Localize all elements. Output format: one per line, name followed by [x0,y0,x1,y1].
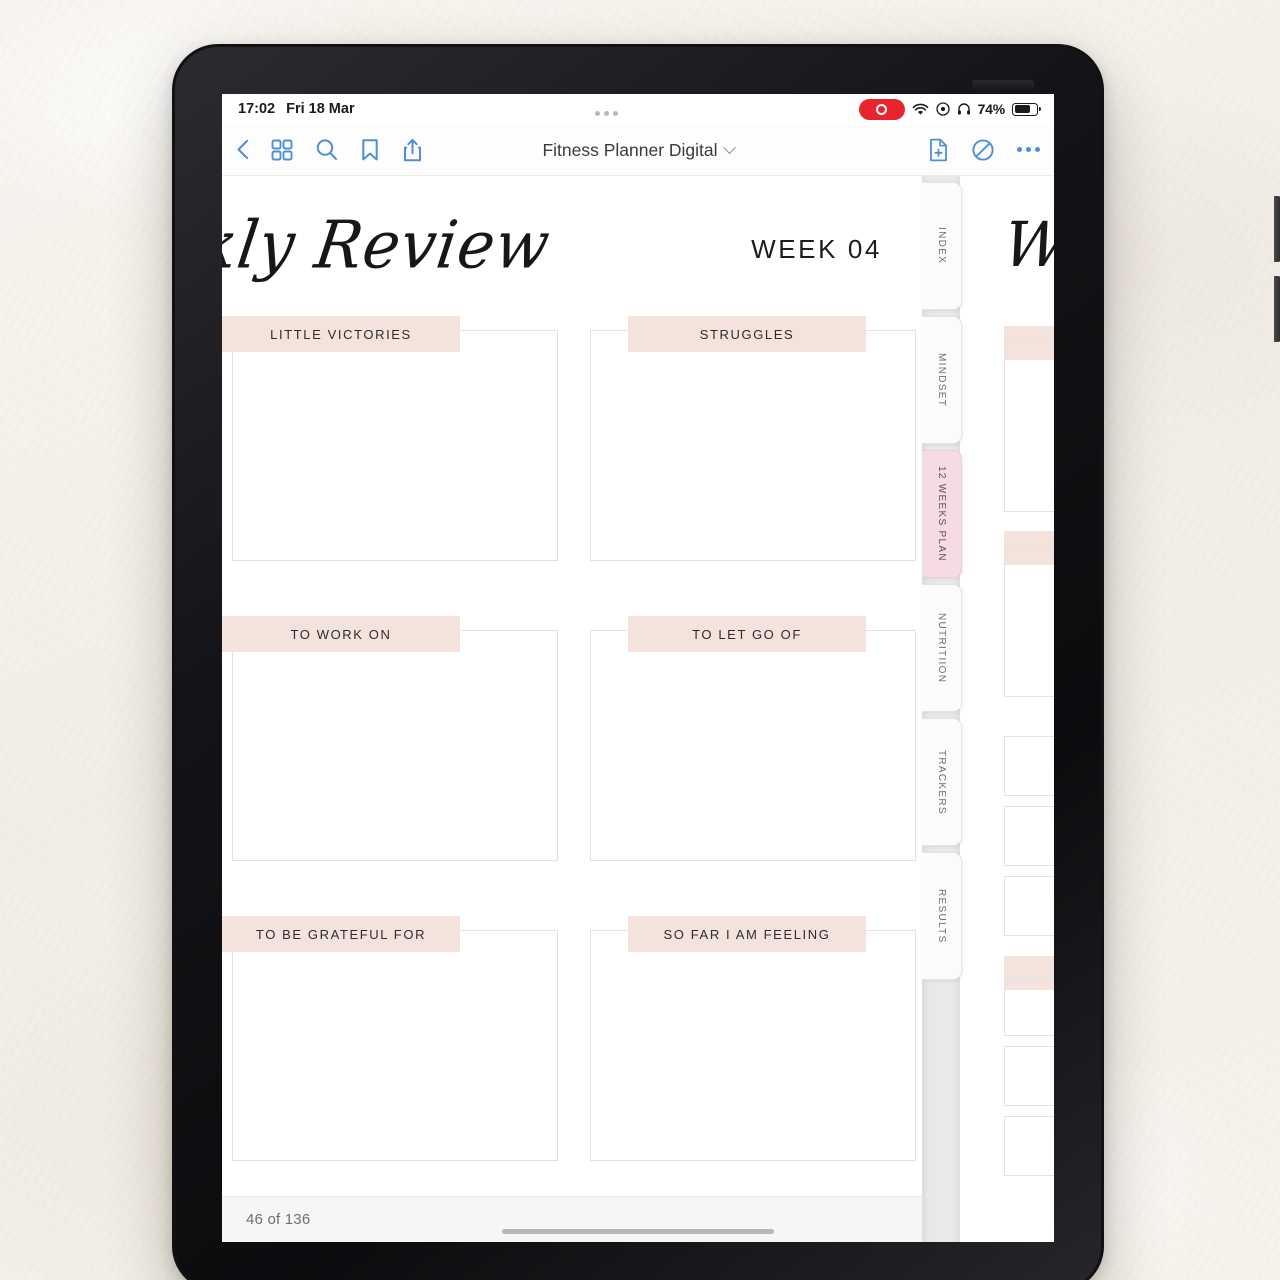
toolbar-left-group [236,138,423,162]
section-to-work-on[interactable]: TO WORK ON [222,616,562,861]
volume-up-button[interactable] [1274,196,1280,262]
tablet-device: 17:02 Fri 18 Mar 74% Fitness Planner Dig… [172,44,1280,1280]
chevron-down-icon[interactable] [722,140,736,154]
tab-label: INDEX [936,227,947,265]
section-little-victories[interactable]: LITTLE VICTORIES [222,316,562,561]
section-writing-area[interactable] [590,930,916,1161]
power-button[interactable] [972,80,1034,90]
section-writing-area[interactable] [590,330,916,561]
more-options-icon[interactable] [1017,147,1040,152]
section-label: LITTLE VICTORIES [270,326,412,342]
sections-grid: LITTLE VICTORIES STRUGGLES TO WORK ON TO… [222,316,922,1161]
section-label: STRUGGLES [699,326,795,342]
pen-circle-icon[interactable] [971,138,995,162]
document-title[interactable]: Fitness Planner Digital [542,140,717,161]
section-label: TO WORK ON [290,626,392,642]
status-bar: 17:02 Fri 18 Mar 74% [222,94,1054,124]
section-to-be-grateful-for[interactable]: TO BE GRATEFUL FOR [222,916,562,1161]
section-banner: TO BE GRATEFUL FOR [222,916,460,952]
sidebar-item-index[interactable]: INDEX [922,182,962,310]
tab-label: TRACKERS [936,749,947,815]
section-writing-area[interactable] [232,630,558,861]
multitasking-handle[interactable] [355,103,859,116]
section-label: TO LET GO OF [692,626,802,642]
battery-icon [1012,102,1041,116]
week-label: WEEK 04 [751,234,882,264]
sidebar-item-nutrition[interactable]: NUTRITIION [922,584,962,712]
volume-down-button[interactable] [1274,276,1280,342]
tab-label: 12 WEEKS PLAN [936,466,947,562]
side-tabs: INDEX MINDSET 12 WEEKS PLAN NUTRITIION T… [922,176,964,1242]
section-banner: SO FAR I AM FEELING [628,916,866,952]
section-struggles[interactable]: STRUGGLES [580,316,920,561]
share-icon[interactable] [402,138,423,162]
tab-label: RESULTS [936,888,947,944]
section-banner: TO LET GO OF [628,616,866,652]
home-indicator[interactable] [502,1229,774,1234]
record-indicator-icon[interactable] [858,98,905,120]
page-indicator: 46 of 136 [222,1196,922,1242]
next-page-box [1004,736,1054,796]
search-icon[interactable] [315,138,338,161]
sidebar-item-trackers[interactable]: TRACKERS [922,718,962,846]
next-page-box [1004,976,1054,1036]
status-bar-left: 17:02 Fri 18 Mar [238,101,355,117]
focus-icon [935,102,950,116]
section-writing-area[interactable] [590,630,916,861]
status-date: Fri 18 Mar [286,101,355,117]
section-label: SO FAR I AM FEELING [663,926,831,942]
back-chevron-icon[interactable] [236,139,249,160]
tab-label: NUTRITIION [936,612,947,684]
tablet-screen: 17:02 Fri 18 Mar 74% Fitness Planner Dig… [222,94,1054,1242]
next-page-box [1004,806,1054,866]
status-time: 17:02 [238,101,276,117]
next-page-title: We [998,208,1054,281]
document-viewport[interactable]: ekly Review WEEK 04 LITTLE VICTORIES STR… [222,176,1054,1242]
next-page-box [1004,1046,1054,1106]
next-page-box [1004,876,1054,936]
next-page-box [1004,547,1054,697]
next-page-preview[interactable]: We [960,176,1054,1242]
multitasking-dots-icon[interactable] [595,110,619,116]
section-label: TO BE GRATEFUL FOR [255,926,427,942]
app-toolbar: Fitness Planner Digital [222,124,1054,176]
section-banner: LITTLE VICTORIES [222,316,460,352]
sidebar-item-12-weeks-plan[interactable]: 12 WEEKS PLAN [922,450,962,578]
section-banner: STRUGGLES [628,316,866,352]
section-writing-area[interactable] [232,330,558,561]
grid-view-icon[interactable] [271,139,293,161]
section-banner: TO WORK ON [222,616,460,652]
next-page-box [1004,1116,1054,1176]
tab-label: MINDSET [936,352,947,408]
add-page-icon[interactable] [928,138,949,162]
section-to-let-go-of[interactable]: TO LET GO OF [580,616,920,861]
sidebar-item-results[interactable]: RESULTS [922,852,962,980]
section-so-far-i-am-feeling[interactable]: SO FAR I AM FEELING [580,916,920,1161]
next-page-box [1004,342,1054,512]
sidebar-item-mindset[interactable]: MINDSET [922,316,962,444]
section-writing-area[interactable] [232,930,558,1161]
page-title: ekly Review [222,205,556,284]
status-bar-right: 74% [858,98,1041,120]
bookmark-icon[interactable] [360,138,380,162]
wifi-icon [912,103,929,116]
headphones-icon [957,102,971,116]
planner-page[interactable]: ekly Review WEEK 04 LITTLE VICTORIES STR… [222,176,922,1242]
battery-percentage: 74% [977,101,1006,117]
toolbar-right-group [928,138,1040,162]
page-indicator-label: 46 of 136 [246,1211,311,1228]
